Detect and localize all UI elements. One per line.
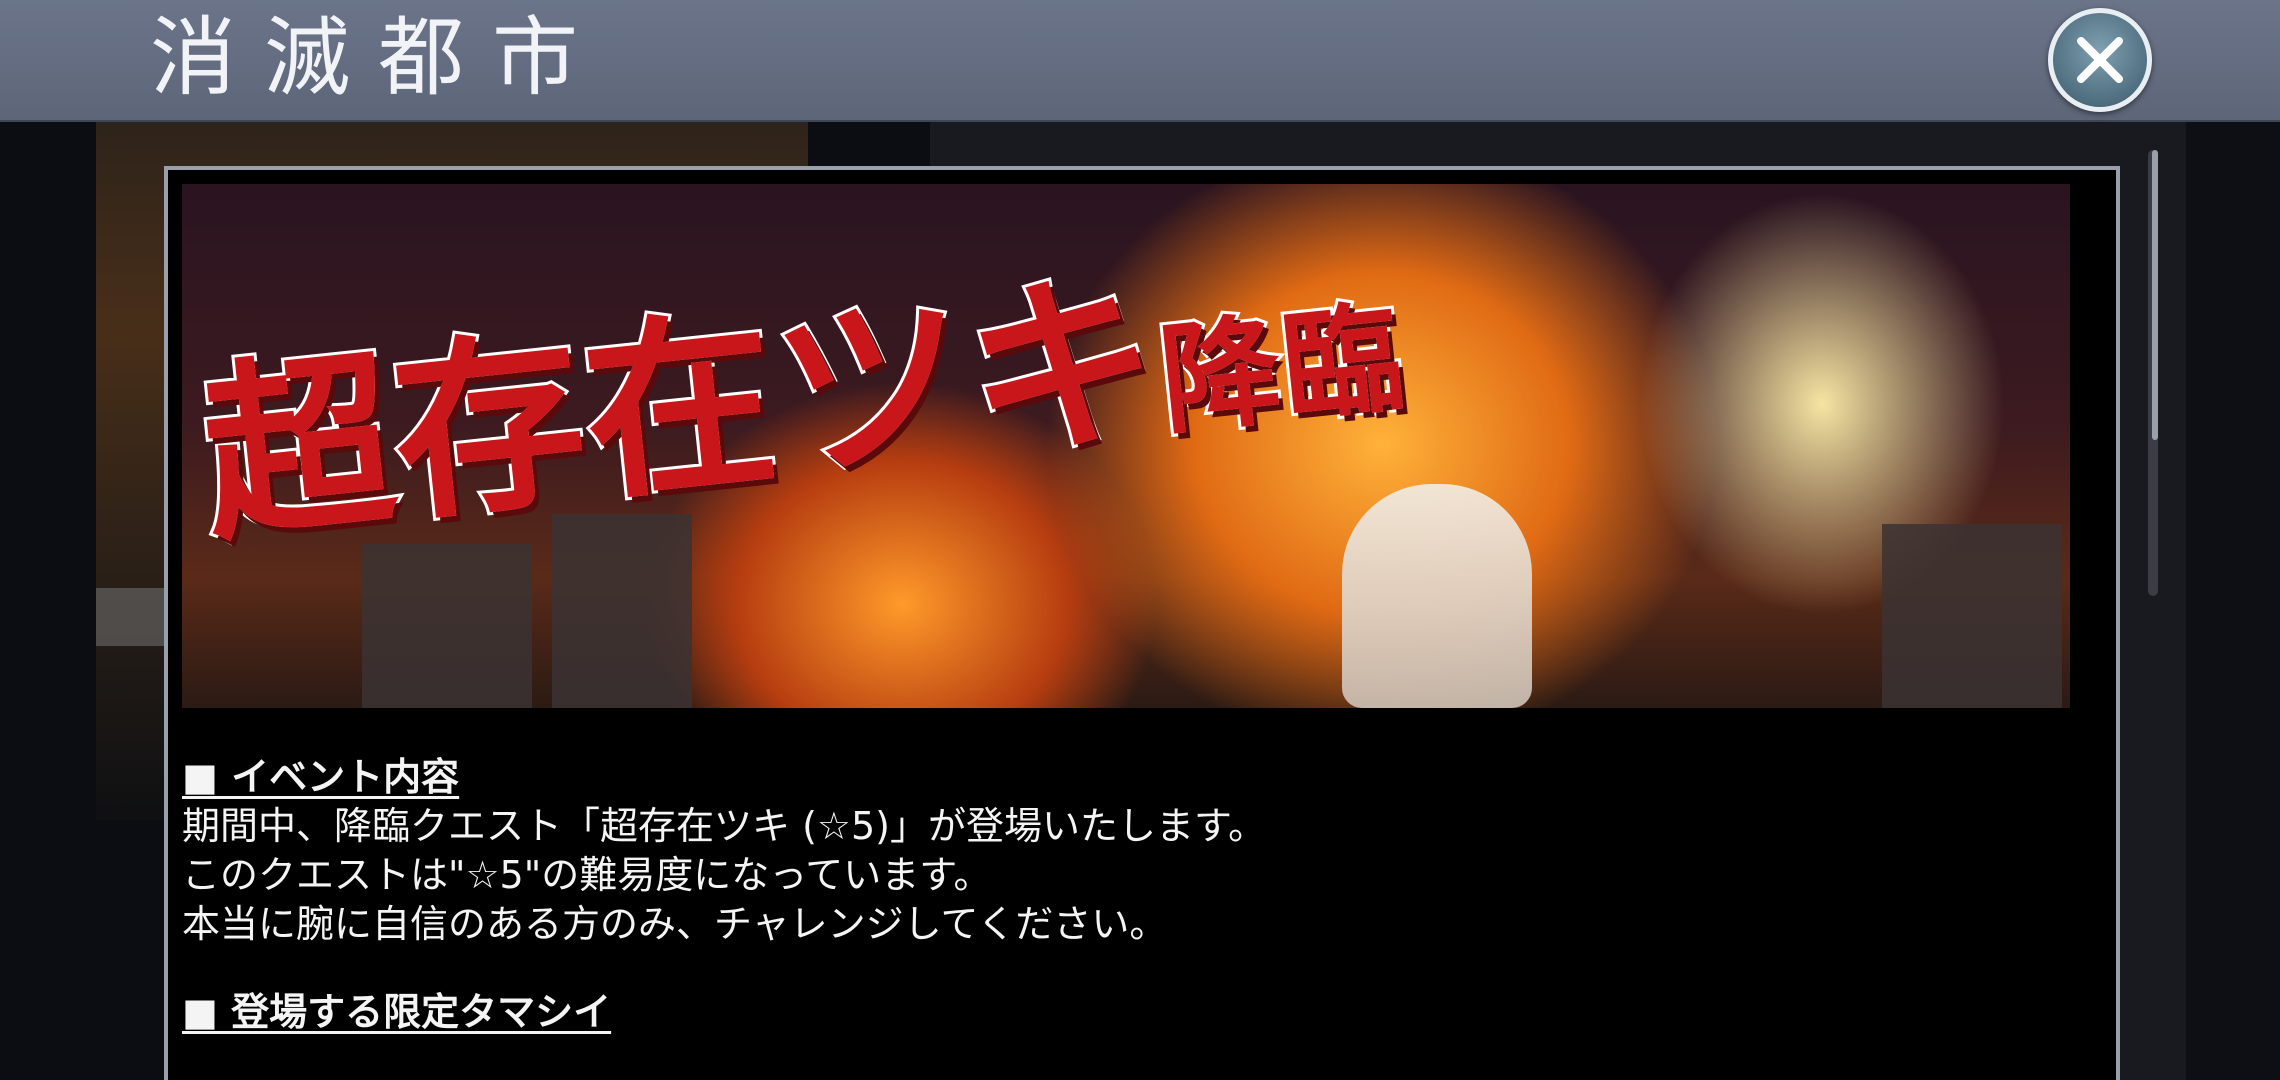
banner-building-mid: [552, 514, 692, 708]
description-line: このクエストは"☆5"の難易度になっています。: [182, 853, 992, 897]
close-button[interactable]: [2048, 8, 2152, 112]
banner-title: 超存在ツキ降臨: [188, 184, 1414, 578]
page-title: 消滅都市: [150, 8, 606, 108]
banner-character: [1342, 484, 1532, 708]
section-heading-limited-soul: ■ 登場する限定タマシイ: [182, 990, 612, 1034]
close-icon: [2077, 37, 2123, 83]
background-edge: [2186, 120, 2280, 1080]
banner-title-part1: 超存在: [189, 283, 791, 571]
header-bar: 消滅都市: [0, 0, 2280, 122]
banner-building-left: [362, 544, 532, 708]
banner-title-part2: ツキ: [762, 243, 1173, 511]
description-line: 期間中、降臨クエスト「超存在ツキ (☆5)」が登場いたします。: [182, 804, 1267, 848]
event-detail-modal: 超存在ツキ降臨 ■ イベント内容 期間中、降臨クエスト「超存在ツキ (☆5)」が…: [164, 166, 2120, 1080]
description-line: 本当に腕に自信のある方のみ、チャレンジしてください。: [182, 902, 1168, 946]
event-description: ■ イベント内容 期間中、降臨クエスト「超存在ツキ (☆5)」が登場いたします。…: [182, 752, 2062, 1037]
banner-title-part3: 降臨: [1151, 283, 1414, 455]
section-heading-event-content: ■ イベント内容: [182, 755, 460, 799]
banner-building-right: [1882, 524, 2062, 708]
scrollbar-thumb[interactable]: [2152, 150, 2158, 440]
event-banner-image: 超存在ツキ降臨: [182, 184, 2070, 708]
